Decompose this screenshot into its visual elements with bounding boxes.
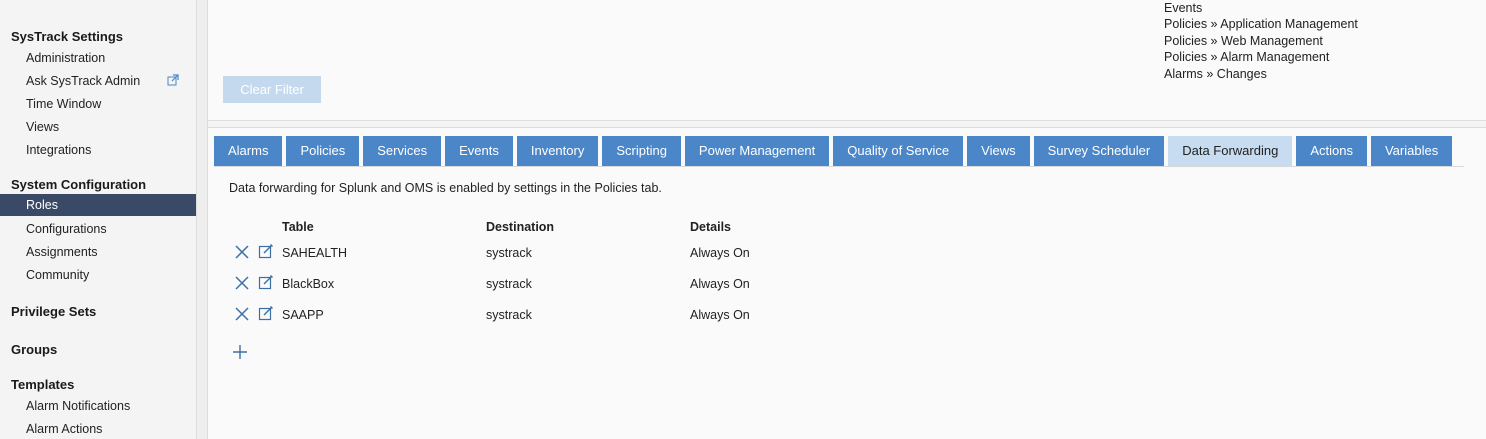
- tab-alarms[interactable]: Alarms: [214, 136, 283, 166]
- cell-table: SAHEALTH: [282, 246, 348, 260]
- tab-variables[interactable]: Variables: [1370, 136, 1453, 166]
- tab-data-forwarding[interactable]: Data Forwarding: [1168, 136, 1293, 166]
- external-link-icon: [167, 74, 179, 86]
- column-header-destination: Destination: [486, 220, 555, 234]
- cell-table: SAAPP: [282, 308, 324, 322]
- filter-entry[interactable]: Policies » Web Management: [1164, 33, 1358, 49]
- sidebar-item-alarm-notifications[interactable]: Alarm Notifications: [0, 395, 196, 417]
- filter-entry[interactable]: Policies » Application Management: [1164, 16, 1358, 32]
- cell-destination: systrack: [486, 308, 532, 322]
- tab-inventory[interactable]: Inventory: [516, 136, 599, 166]
- cell-details: Always On: [690, 246, 750, 260]
- edit-icon[interactable]: [258, 274, 274, 290]
- filter-entry[interactable]: Events: [1164, 0, 1358, 16]
- filter-list: Events Policies » Application Management…: [1164, 0, 1358, 82]
- cell-details: Always On: [690, 308, 750, 322]
- delete-icon[interactable]: [234, 275, 250, 291]
- tab-views[interactable]: Views: [967, 136, 1030, 166]
- tab-actions[interactable]: Actions: [1296, 136, 1367, 166]
- tab-quality-of-service[interactable]: Quality of Service: [833, 136, 964, 166]
- sidebar-item-integrations[interactable]: Integrations: [0, 139, 196, 161]
- tab-services[interactable]: Services: [363, 136, 442, 166]
- sidebar-section-groups[interactable]: Groups: [11, 342, 57, 357]
- sidebar-item-label: Ask SysTrack Admin: [26, 74, 141, 88]
- sidebar-section-templates: Templates: [11, 377, 75, 392]
- sidebar-item-assignments[interactable]: Assignments: [0, 241, 196, 263]
- clear-filter-button[interactable]: Clear Filter: [223, 76, 321, 103]
- tab-bar: Alarms Policies Services Events Inventor…: [214, 136, 1456, 166]
- main-panel: Alarms Policies Services Events Inventor…: [208, 127, 1486, 439]
- edit-icon[interactable]: [258, 243, 274, 259]
- table-row: SAAPP systrack Always On: [208, 305, 1108, 327]
- filter-entry[interactable]: Alarms » Changes: [1164, 66, 1358, 82]
- sidebar-item-administration[interactable]: Administration: [0, 47, 196, 69]
- sidebar-splitter[interactable]: [196, 0, 208, 439]
- filter-panel: Events Policies » Application Management…: [208, 0, 1486, 121]
- tab-survey-scheduler[interactable]: Survey Scheduler: [1033, 136, 1165, 166]
- column-header-details: Details: [690, 220, 731, 234]
- table-row: BlackBox systrack Always On: [208, 274, 1108, 296]
- sidebar: SysTrack Settings Administration Ask Sys…: [0, 0, 196, 439]
- sidebar-item-time-window[interactable]: Time Window: [0, 93, 196, 115]
- column-header-table: Table: [282, 220, 314, 234]
- table-row: SAHEALTH systrack Always On: [208, 243, 1108, 265]
- tab-divider: [214, 166, 1464, 167]
- tab-scripting[interactable]: Scripting: [602, 136, 681, 166]
- tab-policies[interactable]: Policies: [286, 136, 360, 166]
- sidebar-item-alarm-actions[interactable]: Alarm Actions: [0, 418, 196, 439]
- delete-icon[interactable]: [234, 244, 250, 260]
- cell-destination: systrack: [486, 277, 532, 291]
- delete-icon[interactable]: [234, 306, 250, 322]
- sidebar-section-privilege-sets[interactable]: Privilege Sets: [11, 304, 96, 319]
- add-icon[interactable]: [232, 344, 248, 360]
- filter-entry[interactable]: Policies » Alarm Management: [1164, 49, 1358, 65]
- cell-table: BlackBox: [282, 277, 335, 291]
- sidebar-section-systrack-settings: SysTrack Settings: [11, 29, 123, 44]
- cell-destination: systrack: [486, 246, 532, 260]
- sidebar-section-system-configuration: System Configuration: [11, 177, 147, 192]
- tab-events[interactable]: Events: [445, 136, 513, 166]
- sidebar-item-configurations[interactable]: Configurations: [0, 218, 196, 240]
- sidebar-item-community[interactable]: Community: [0, 264, 196, 286]
- sidebar-item-roles[interactable]: Roles: [0, 194, 196, 216]
- data-forwarding-note: Data forwarding for Splunk and OMS is en…: [229, 181, 662, 195]
- edit-icon[interactable]: [258, 305, 274, 321]
- sidebar-item-ask-systrack-admin[interactable]: Ask SysTrack Admin: [0, 70, 196, 92]
- sidebar-item-views[interactable]: Views: [0, 116, 196, 138]
- cell-details: Always On: [690, 277, 750, 291]
- tab-power-management[interactable]: Power Management: [684, 136, 830, 166]
